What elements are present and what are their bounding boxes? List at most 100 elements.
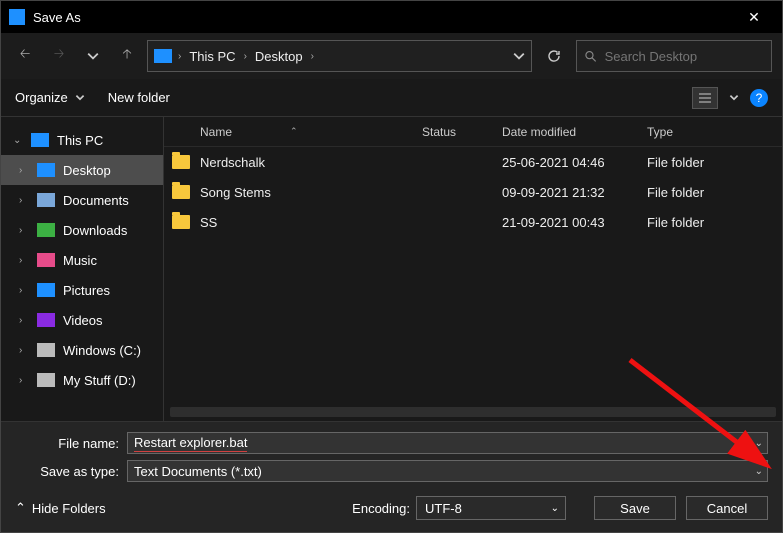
search-icon xyxy=(585,50,597,63)
chevron-right-icon[interactable]: › xyxy=(19,165,29,176)
organize-label: Organize xyxy=(15,90,68,105)
chevron-right-icon[interactable]: › xyxy=(19,315,29,326)
chevron-right-icon[interactable]: › xyxy=(19,195,29,206)
chevron-up-icon: ⌃ xyxy=(15,500,26,516)
folder-icon xyxy=(172,155,190,169)
chevron-right-icon: › xyxy=(178,51,181,62)
search-box[interactable] xyxy=(576,40,772,72)
folder-icon xyxy=(172,185,190,199)
sidebar-item-my-stuff-d-[interactable]: › My Stuff (D:) xyxy=(1,365,163,395)
file-name: Song Stems xyxy=(200,185,271,200)
file-type: File folder xyxy=(639,155,778,170)
file-name: SS xyxy=(200,215,217,230)
column-header-name[interactable]: Name ⌃ xyxy=(164,125,414,139)
column-header-row: Name ⌃ Status Date modified Type xyxy=(164,117,782,147)
folder-icon xyxy=(172,215,190,229)
encoding-label: Encoding: xyxy=(352,501,410,516)
folder-type-icon xyxy=(37,343,55,357)
pc-icon xyxy=(31,133,49,147)
file-row[interactable]: Song Stems09-09-2021 21:32File folder xyxy=(164,177,778,207)
chevron-right-icon[interactable]: › xyxy=(19,255,29,266)
forward-button[interactable]: 🡢 xyxy=(45,42,73,70)
main-area: ⌄ This PC ›Desktop›Documents›Downloads›M… xyxy=(1,117,782,421)
sidebar-item-label: My Stuff (D:) xyxy=(63,373,136,388)
view-options-button[interactable] xyxy=(692,87,718,109)
chevron-right-icon[interactable]: › xyxy=(19,345,29,356)
sidebar-item-desktop[interactable]: › Desktop xyxy=(1,155,163,185)
column-header-status[interactable]: Status xyxy=(414,125,494,139)
hide-folders-button[interactable]: ⌃ Hide Folders xyxy=(15,500,106,516)
sidebar-item-label: Documents xyxy=(63,193,129,208)
folder-type-icon xyxy=(37,223,55,237)
horizontal-scrollbar[interactable] xyxy=(170,407,776,417)
sidebar-item-thispc[interactable]: ⌄ This PC xyxy=(1,125,163,155)
chevron-down-icon[interactable]: ⌄ xyxy=(13,135,23,146)
cancel-button[interactable]: Cancel xyxy=(686,496,768,520)
file-row[interactable]: SS 21-09-2021 00:43File folder xyxy=(164,207,778,237)
folder-type-icon xyxy=(37,193,55,207)
search-input[interactable] xyxy=(605,49,763,64)
sidebar-item-windows-c-[interactable]: ›Windows (C:) xyxy=(1,335,163,365)
toolbar: Organize New folder ? xyxy=(1,79,782,117)
sidebar-item-downloads[interactable]: › Downloads xyxy=(1,215,163,245)
sidebar-item-videos[interactable]: › Videos xyxy=(1,305,163,335)
file-date: 25-06-2021 04:46 xyxy=(494,155,639,170)
sidebar-item-documents[interactable]: › Documents xyxy=(1,185,163,215)
recent-locations-button[interactable] xyxy=(79,42,107,70)
file-list-area: Name ⌃ Status Date modified Type Nerdsch… xyxy=(163,117,782,421)
filename-label: File name: xyxy=(15,436,127,451)
encoding-select[interactable]: UTF-8 ⌄ xyxy=(416,496,566,520)
pc-icon xyxy=(154,49,172,63)
chevron-down-icon[interactable] xyxy=(728,92,740,104)
up-button[interactable]: 🡡 xyxy=(113,42,141,70)
filename-input[interactable]: Restart explorer.bat ⌄ xyxy=(127,432,768,454)
sidebar-item-label: Downloads xyxy=(63,223,127,238)
folder-type-icon xyxy=(37,163,55,177)
new-folder-button[interactable]: New folder xyxy=(108,90,170,105)
chevron-down-icon[interactable]: ⌄ xyxy=(755,466,763,477)
breadcrumb-desktop[interactable]: Desktop xyxy=(253,49,305,64)
chevron-right-icon[interactable]: › xyxy=(19,285,29,296)
saveastype-label: Save as type: xyxy=(15,464,127,479)
chevron-down-icon: ⌄ xyxy=(551,503,559,514)
sidebar-item-pictures[interactable]: › Pictures xyxy=(1,275,163,305)
refresh-icon xyxy=(547,49,561,63)
breadcrumb-thispc[interactable]: This PC xyxy=(187,49,237,64)
file-list[interactable]: Nerdschalk25-06-2021 04:46File folderSon… xyxy=(164,147,782,407)
file-row[interactable]: Nerdschalk25-06-2021 04:46File folder xyxy=(164,147,778,177)
sort-indicator-icon: ⌃ xyxy=(290,126,298,137)
column-header-date[interactable]: Date modified xyxy=(494,125,639,139)
chevron-down-icon[interactable]: ⌄ xyxy=(755,438,763,449)
refresh-button[interactable] xyxy=(538,40,570,72)
file-type: File folder xyxy=(639,185,778,200)
sidebar-item-label: Videos xyxy=(63,313,103,328)
chevron-down-icon[interactable] xyxy=(513,50,525,62)
address-bar[interactable]: › This PC › Desktop › xyxy=(147,40,532,72)
folder-type-icon xyxy=(37,313,55,327)
chevron-right-icon[interactable]: › xyxy=(19,225,29,236)
sidebar-item-label: Desktop xyxy=(63,163,111,178)
chevron-right-icon[interactable]: › xyxy=(19,375,29,386)
file-date: 21-09-2021 00:43 xyxy=(494,215,639,230)
sidebar: ⌄ This PC ›Desktop›Documents›Downloads›M… xyxy=(1,117,163,421)
app-icon xyxy=(9,9,25,25)
organize-menu[interactable]: Organize xyxy=(15,90,86,105)
list-view-icon xyxy=(698,92,712,104)
back-button[interactable]: 🡠 xyxy=(11,42,39,70)
window-title: Save As xyxy=(33,10,734,25)
saveastype-select[interactable]: Text Documents (*.txt) ⌄ xyxy=(127,460,768,482)
chevron-right-icon: › xyxy=(244,51,247,62)
sidebar-item-music[interactable]: ›Music xyxy=(1,245,163,275)
help-button[interactable]: ? xyxy=(750,89,768,107)
file-type: File folder xyxy=(639,215,778,230)
folder-type-icon xyxy=(37,373,55,387)
titlebar: Save As ✕ xyxy=(1,1,782,33)
close-button[interactable]: ✕ xyxy=(734,9,774,26)
column-header-type[interactable]: Type xyxy=(639,125,782,139)
chevron-right-icon: › xyxy=(311,51,314,62)
folder-type-icon xyxy=(37,253,55,267)
save-button[interactable]: Save xyxy=(594,496,676,520)
chevron-down-icon xyxy=(87,50,99,62)
sidebar-item-label: Pictures xyxy=(63,283,110,298)
chevron-down-icon xyxy=(74,92,86,104)
